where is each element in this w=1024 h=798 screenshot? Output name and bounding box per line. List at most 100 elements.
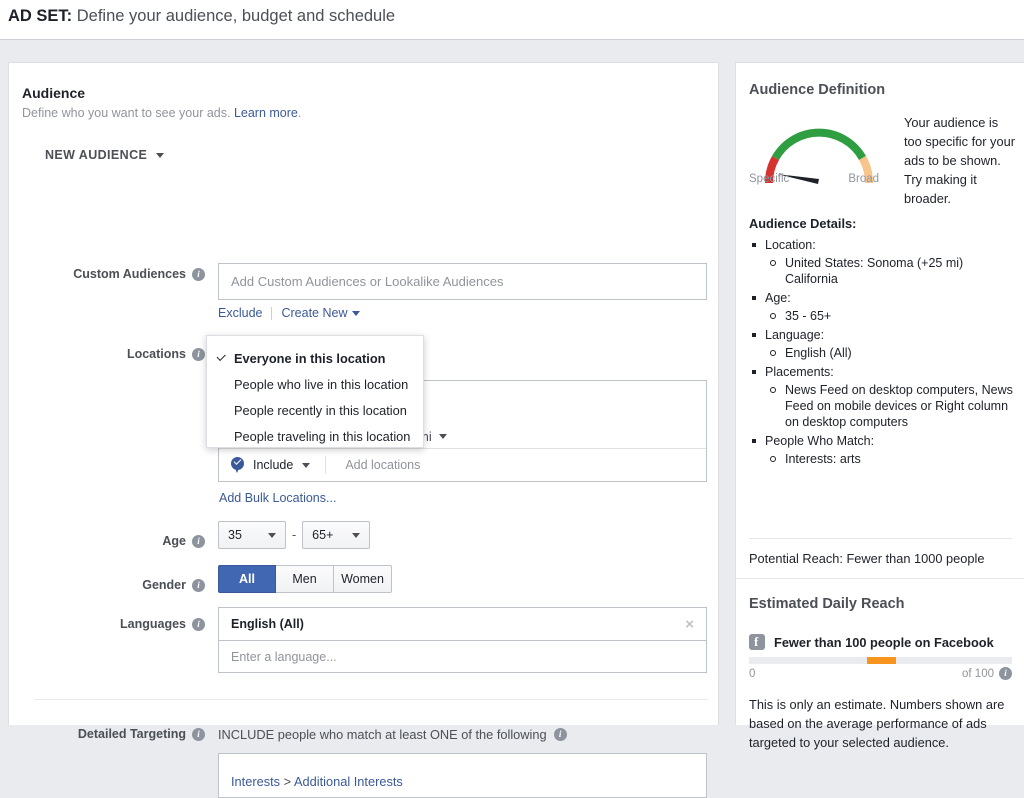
estimated-daily-reach-title: Estimated Daily Reach [749, 596, 905, 612]
include-chevron-down-icon[interactable] [302, 463, 310, 468]
locations-label: Locations [127, 347, 186, 361]
language-input-placeholder: Enter a language... [231, 650, 337, 664]
detail-value: Interests: arts [749, 451, 1019, 467]
section-divider [34, 699, 708, 700]
subtitle-period: . [298, 106, 301, 120]
reach-scale: 0 of 100 i [749, 667, 1012, 680]
detail-label: Placements: [749, 364, 1019, 380]
gender-option-all[interactable]: All [218, 565, 276, 593]
breadcrumb-leaf[interactable]: Additional Interests [294, 774, 403, 789]
add-locations-input[interactable]: Add locations [345, 458, 420, 472]
add-bulk-locations-link[interactable]: Add Bulk Locations... [219, 491, 336, 505]
detail-label: Location: [749, 237, 1019, 253]
languages-label-group: Languages i [9, 615, 205, 633]
age-max-value: 65+ [312, 528, 333, 542]
language-token-label: English (All) [231, 617, 304, 631]
detail-value: 35 - 65+ [749, 308, 1019, 324]
dropdown-option-label: Everyone in this location [234, 351, 385, 366]
gauge-label-broad: Broad [848, 173, 879, 185]
gender-option-men[interactable]: Men [276, 565, 334, 593]
create-new-link[interactable]: Create New [281, 306, 347, 320]
new-audience-dropdown[interactable]: NEW AUDIENCE [45, 148, 164, 162]
detail-value: English (All) [749, 345, 1019, 361]
map-pin-check-icon [231, 457, 244, 474]
info-icon[interactable]: i [999, 667, 1012, 680]
languages-box: English (All) × Enter a language... [218, 607, 707, 673]
age-min-value: 35 [228, 528, 242, 542]
gender-option-women[interactable]: Women [334, 565, 392, 593]
custom-audiences-label: Custom Audiences [73, 267, 186, 281]
exclude-link[interactable]: Exclude [218, 306, 262, 320]
page-title-text: Define your audience, budget and schedul… [72, 7, 395, 25]
panel-divider [749, 538, 1012, 539]
age-label-group: Age i [9, 527, 205, 555]
dropdown-option-label: People who live in this location [234, 377, 408, 392]
page-title: AD SET: Define your audience, budget and… [8, 7, 395, 26]
link-separator [271, 307, 272, 320]
gender-label: Gender [142, 578, 186, 592]
detailed-targeting-description-group: INCLUDE people who match at least ONE of… [218, 727, 567, 742]
info-icon[interactable]: i [192, 579, 205, 592]
detailed-targeting-box[interactable]: Interests > Additional Interests [218, 753, 707, 798]
chevron-down-icon [352, 533, 360, 538]
info-icon[interactable]: i [192, 728, 205, 741]
dropdown-option-everyone[interactable]: Everyone in this location [207, 345, 423, 371]
age-label: Age [162, 534, 186, 548]
close-icon[interactable]: × [685, 617, 694, 632]
gender-label-group: Gender i [9, 571, 205, 599]
include-label[interactable]: Include [253, 458, 293, 472]
audience-details-title: Audience Details: [749, 216, 856, 231]
reach-scale-max: of 100 [962, 668, 994, 680]
create-new-chevron-down-icon [352, 311, 360, 316]
info-icon[interactable]: i [192, 348, 205, 361]
age-max-select[interactable]: 65+ [302, 521, 370, 549]
dropdown-option-traveling[interactable]: People traveling in this location [207, 423, 423, 449]
breadcrumb-root[interactable]: Interests [231, 774, 280, 789]
reach-progress-bar [749, 657, 1012, 664]
age-min-select[interactable]: 35 [218, 521, 286, 549]
detail-label: Language: [749, 327, 1019, 343]
reach-progress-fill [867, 657, 896, 664]
detailed-targeting-label: Detailed Targeting [78, 727, 186, 741]
estimate-note: This is only an estimate. Numbers shown … [749, 695, 1015, 752]
audience-section-subtitle: Define who you want to see your ads. Lea… [22, 106, 301, 120]
info-icon[interactable]: i [192, 618, 205, 631]
gauge-labels: Specific Broad [749, 173, 879, 185]
gauge-label-specific: Specific [749, 173, 789, 185]
info-icon[interactable]: i [192, 268, 205, 281]
info-icon[interactable]: i [554, 728, 567, 741]
audience-definition-title: Audience Definition [749, 82, 885, 98]
audience-card: Audience Define who you want to see your… [8, 62, 719, 725]
top-header-bar: AD SET: Define your audience, budget and… [0, 0, 1024, 40]
dropdown-option-label: People recently in this location [234, 403, 407, 418]
page-title-prefix: AD SET: [8, 7, 72, 25]
new-audience-label: NEW AUDIENCE [45, 148, 147, 162]
language-input[interactable]: Enter a language... [218, 640, 707, 673]
detailed-targeting-label-group: Detailed Targeting i [9, 727, 205, 741]
chevron-down-icon [156, 153, 164, 158]
age-range-controls: 35 - 65+ [218, 521, 370, 549]
custom-audiences-row: Custom Audiences i Add Custom Audiences … [9, 263, 720, 300]
custom-audiences-links: Exclude Create New [218, 306, 360, 320]
dropdown-option-recently[interactable]: People recently in this location [207, 397, 423, 423]
learn-more-link[interactable]: Learn more [234, 106, 298, 120]
locations-label-group: Locations i [9, 345, 205, 363]
chevron-down-icon [268, 533, 276, 538]
audience-subtitle-text: Define who you want to see your ads. [22, 106, 234, 120]
location-type-dropdown-menu[interactable]: Everyone in this location People who liv… [206, 335, 424, 448]
detailed-targeting-description: INCLUDE people who match at least ONE of… [218, 727, 547, 742]
targeting-breadcrumb: Interests > Additional Interests [231, 774, 403, 789]
facebook-icon: f [749, 634, 765, 650]
locations-input-row: Include Add locations [219, 448, 706, 481]
include-separator [325, 456, 326, 474]
custom-audiences-input[interactable]: Add Custom Audiences or Lookalike Audien… [218, 263, 707, 300]
reach-scale-min: 0 [749, 668, 755, 680]
audience-section-title: Audience [22, 85, 85, 101]
dropdown-option-live[interactable]: People who live in this location [207, 371, 423, 397]
info-icon[interactable]: i [192, 535, 205, 548]
check-icon [217, 352, 226, 361]
panel-section-divider [736, 578, 1024, 579]
reach-scale-max-group: of 100 i [962, 667, 1012, 680]
language-token: English (All) × [218, 607, 707, 640]
audience-definition-panel: Audience Definition Specific Broad Your … [735, 62, 1024, 725]
